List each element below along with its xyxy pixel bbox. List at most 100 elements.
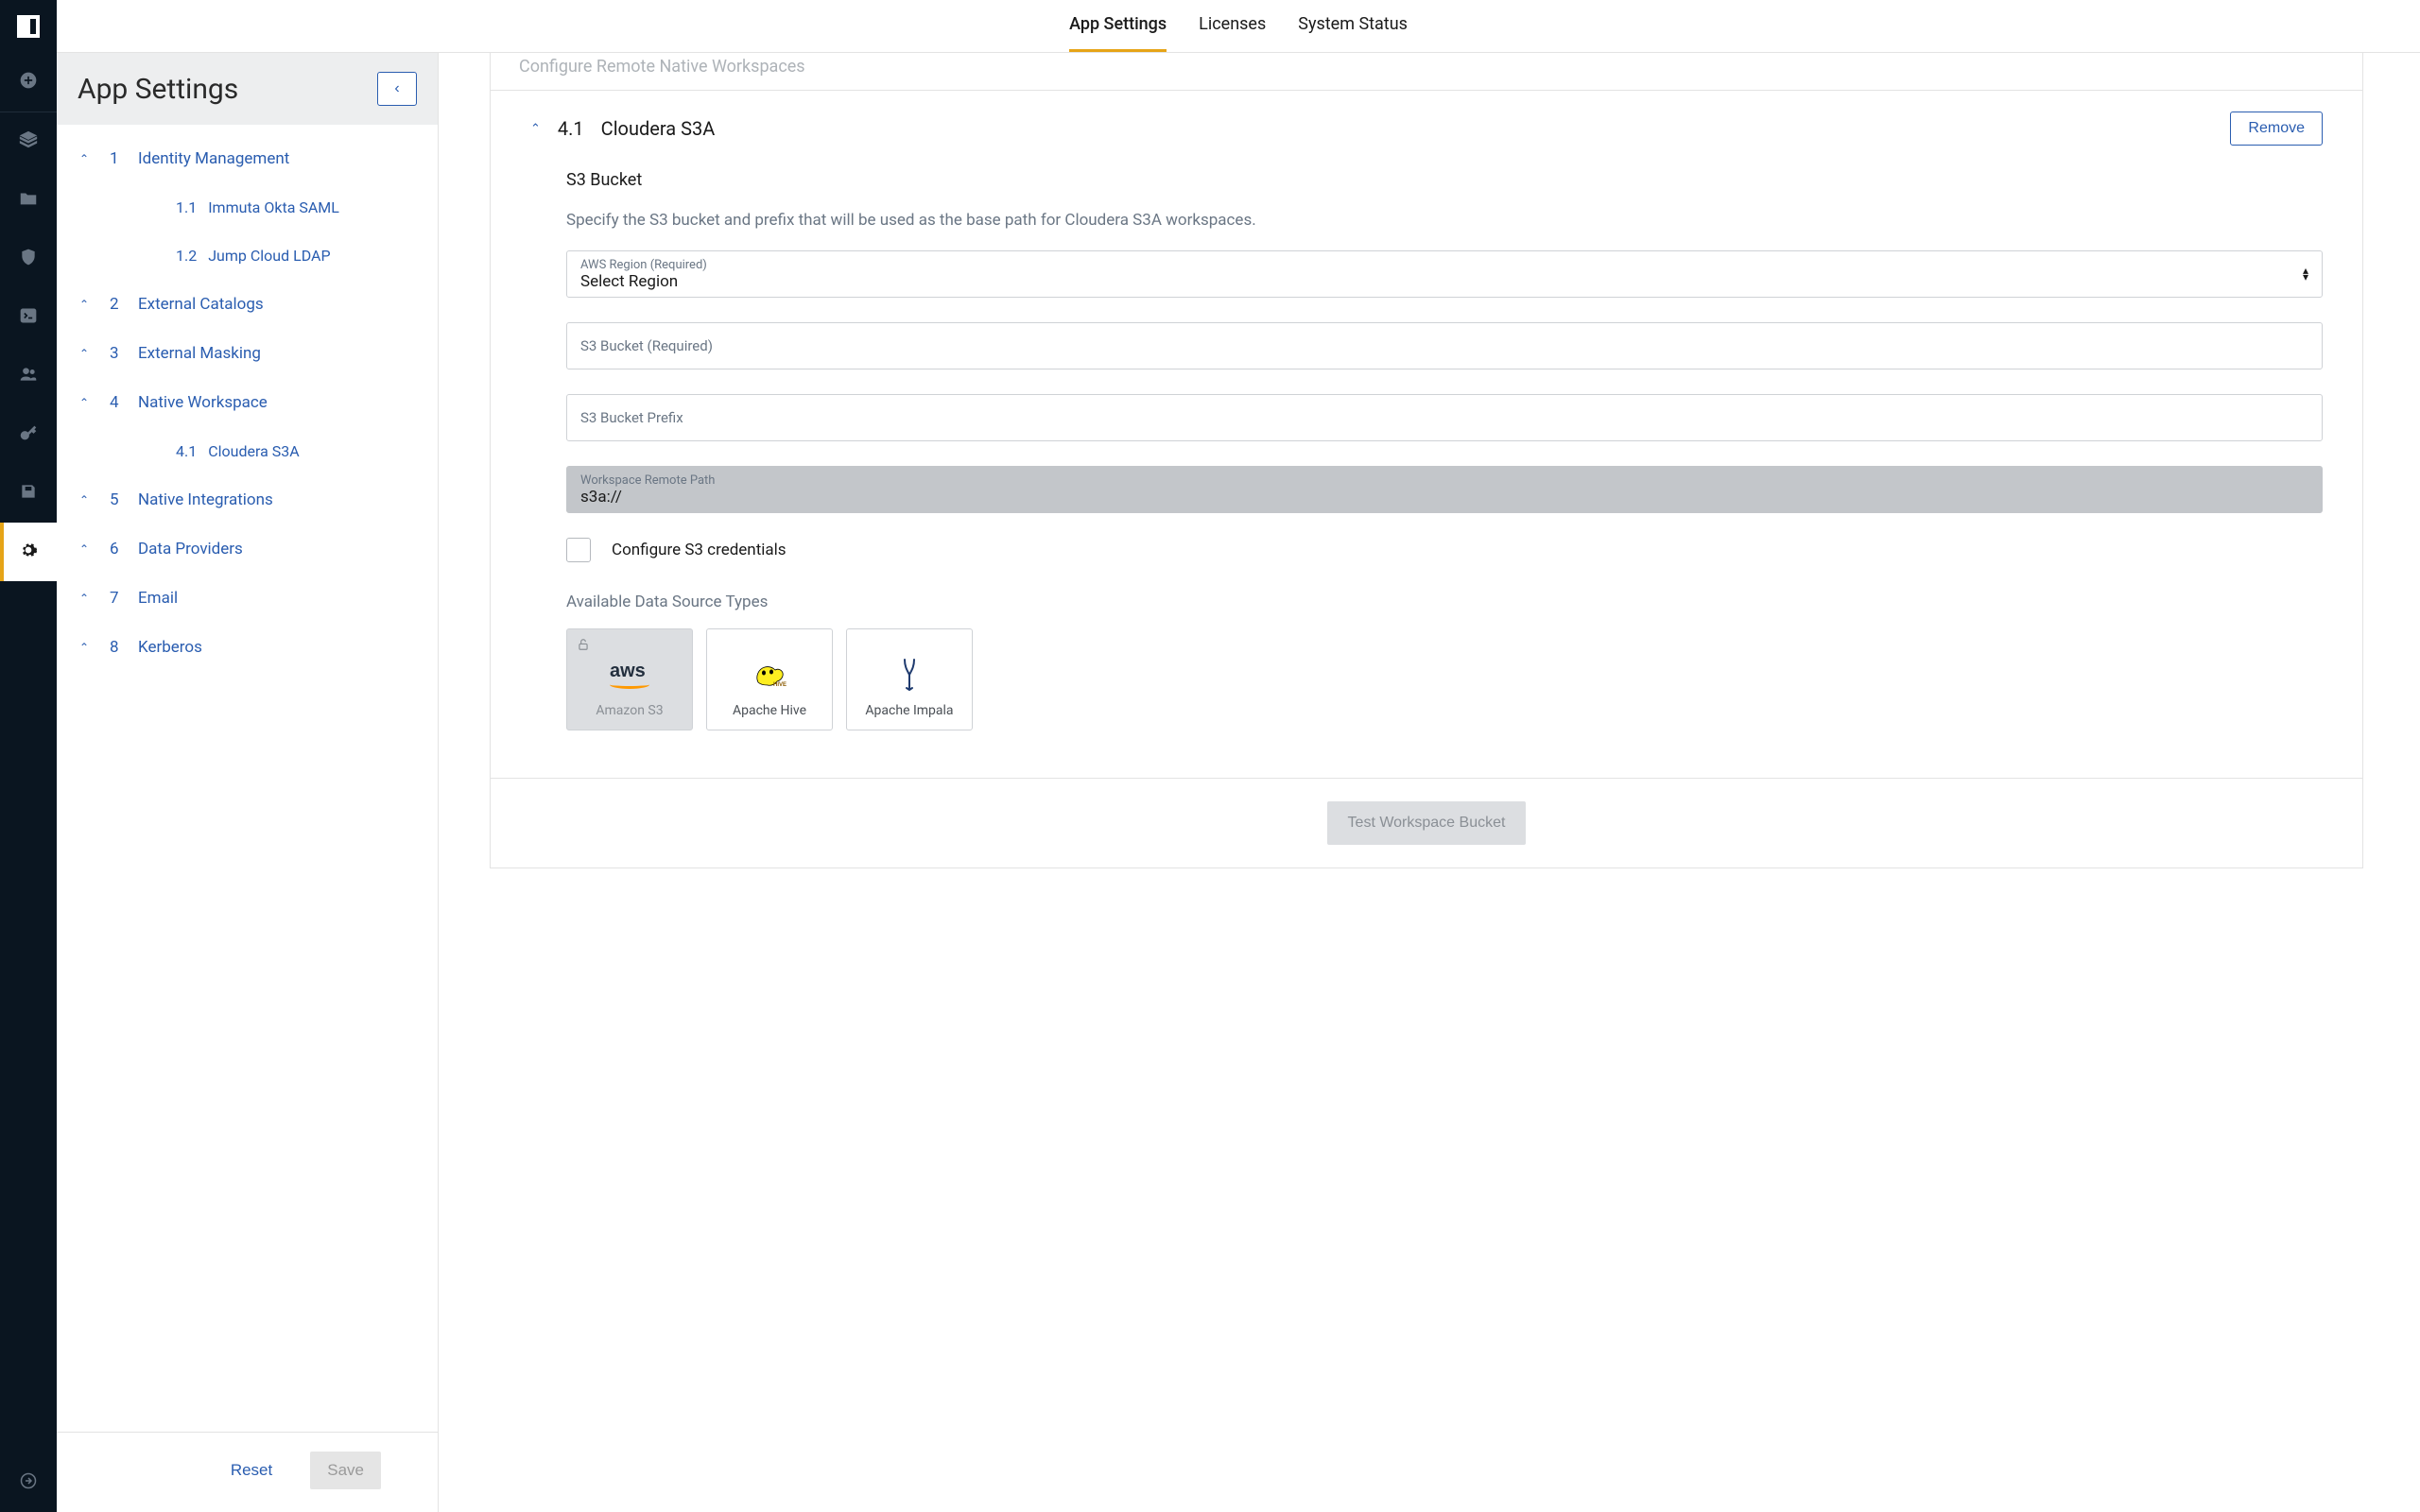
data-source-apache-impala[interactable]: Apache Impala (846, 628, 973, 730)
chevron-left-icon: ‹ (394, 80, 399, 97)
settings-sidebar: App Settings ‹ ⌃ 1 Identity Management 1… (57, 53, 439, 1512)
section-number: 4.1 (176, 442, 197, 460)
collapse-sidebar-button[interactable]: ‹ (377, 72, 417, 106)
impala-logo-icon (897, 658, 922, 692)
data-source-types-heading: Available Data Source Types (566, 593, 2323, 611)
section-number: 8 (110, 638, 123, 657)
nav-logout[interactable] (0, 1453, 57, 1512)
sidebar-item-data-providers[interactable]: ⌃ 6 Data Providers (57, 524, 438, 574)
chevron-up-icon[interactable]: ⌃ (530, 122, 541, 136)
data-source-amazon-s3: aws Amazon S3 (566, 628, 693, 730)
gear-icon (19, 541, 38, 563)
section-label: External Masking (138, 344, 261, 363)
field-label: S3 Bucket Prefix (580, 409, 2308, 426)
section-label: Email (138, 589, 178, 608)
section-label: Native Integrations (138, 490, 273, 509)
s3-bucket-prefix-input[interactable]: S3 Bucket Prefix (566, 394, 2323, 441)
save-button: Save (310, 1452, 381, 1489)
data-source-apache-hive[interactable]: HIVE Apache Hive (706, 628, 833, 730)
field-value: Select Region (580, 272, 2308, 291)
sidebar-item-jump-cloud-ldap[interactable]: 1.2 Jump Cloud LDAP (57, 232, 438, 280)
folder-icon (18, 188, 39, 213)
nav-save[interactable] (0, 464, 57, 523)
sidebar-item-immuta-okta-saml[interactable]: 1.1 Immuta Okta SAML (57, 183, 438, 232)
checkbox-label: Configure S3 credentials (612, 541, 786, 559)
section-header: ⌃ 4.1 Cloudera S3A Remove (530, 112, 2323, 146)
sidebar-item-external-catalogs[interactable]: ⌃ 2 External Catalogs (57, 280, 438, 329)
workspace-remote-path-field: Workspace Remote Path s3a:// (566, 466, 2323, 513)
users-icon (17, 365, 40, 387)
configure-s3-credentials-checkbox[interactable] (566, 538, 591, 562)
section-number: 1.2 (176, 247, 197, 265)
section-label: Immuta Okta SAML (208, 198, 339, 216)
save-icon (19, 482, 38, 505)
terminal-icon (19, 306, 38, 329)
sidebar-item-email[interactable]: ⌃ 7 Email (57, 574, 438, 623)
sidebar-item-cloudera-s3a[interactable]: 4.1 Cloudera S3A (57, 427, 438, 475)
nav-key[interactable] (0, 405, 57, 464)
chevron-up-icon: ⌃ (79, 347, 89, 360)
section-number: 1 (110, 149, 123, 168)
data-source-label: Amazon S3 (596, 703, 663, 718)
section-label: Cloudera S3A (208, 442, 299, 460)
section-label: Native Workspace (138, 393, 268, 412)
section-number: 1.1 (176, 198, 197, 216)
section-label: Data Providers (138, 540, 243, 558)
section-number: 2 (110, 295, 123, 314)
key-icon (18, 422, 39, 447)
chevron-up-icon: ⌃ (79, 592, 89, 605)
reset-button[interactable]: Reset (231, 1461, 272, 1480)
s3-bucket-heading: S3 Bucket (566, 170, 2323, 190)
aws-logo-icon: aws (610, 658, 649, 692)
nav-settings[interactable] (0, 523, 57, 581)
sidebar-title: App Settings (78, 73, 238, 106)
tab-licenses[interactable]: Licenses (1199, 0, 1266, 52)
sidebar-item-native-workspace[interactable]: ⌃ 4 Native Workspace (57, 378, 438, 427)
section-label: Identity Management (138, 149, 289, 168)
nav-layers[interactable] (0, 112, 57, 171)
nav-folder[interactable] (0, 171, 57, 230)
section-number: 3 (110, 344, 123, 363)
data-source-types-grid: aws Amazon S3 HIVE Apache Hive Apache Im… (566, 628, 2323, 730)
main-content: Configure Remote Native Workspaces ⌃ 4.1… (439, 53, 2420, 1512)
app-logo[interactable] (0, 0, 57, 53)
nav-shield[interactable] (0, 230, 57, 288)
field-label: Workspace Remote Path (580, 473, 2308, 488)
section-number: 4.1 (558, 117, 584, 140)
select-chevrons-icon: ▴▾ (2303, 267, 2308, 281)
nav-add[interactable] (0, 53, 57, 112)
section-number: 6 (110, 540, 123, 558)
section-number: 4 (110, 393, 123, 412)
tab-app-settings[interactable]: App Settings (1069, 0, 1167, 52)
arrow-right-circle-icon (20, 1472, 37, 1493)
s3-bucket-input[interactable]: S3 Bucket (Required) (566, 322, 2323, 369)
plus-circle-icon (19, 71, 38, 94)
field-label: AWS Region (Required) (580, 258, 2308, 272)
shield-icon (19, 247, 38, 271)
layers-icon (18, 129, 39, 154)
field-value: s3a:// (580, 488, 2308, 507)
section-label: Jump Cloud LDAP (208, 247, 330, 265)
aws-region-select[interactable]: AWS Region (Required) Select Region ▴▾ (566, 250, 2323, 298)
svg-text:HIVE: HIVE (773, 682, 786, 688)
section-number: 5 (110, 490, 123, 509)
sidebar-item-identity-management[interactable]: ⌃ 1 Identity Management (57, 134, 438, 183)
tab-system-status[interactable]: System Status (1298, 0, 1408, 52)
previous-section-title: Configure Remote Native Workspaces (491, 53, 2362, 91)
section-number: 7 (110, 589, 123, 608)
nav-users[interactable] (0, 347, 57, 405)
section-label: Kerberos (138, 638, 202, 657)
sidebar-item-native-integrations[interactable]: ⌃ 5 Native Integrations (57, 475, 438, 524)
sidebar-item-kerberos[interactable]: ⌃ 8 Kerberos (57, 623, 438, 672)
field-label: S3 Bucket (Required) (580, 337, 2308, 354)
section-title: Cloudera S3A (601, 117, 716, 140)
sidebar-header: App Settings ‹ (57, 53, 438, 125)
hive-logo-icon: HIVE (751, 658, 788, 692)
sidebar-item-external-masking[interactable]: ⌃ 3 External Masking (57, 329, 438, 378)
chevron-up-icon: ⌃ (79, 542, 89, 556)
remove-button[interactable]: Remove (2230, 112, 2323, 146)
nav-terminal[interactable] (0, 288, 57, 347)
sidebar-footer: Reset Save (57, 1432, 438, 1512)
section-label: External Catalogs (138, 295, 264, 314)
chevron-up-icon: ⌃ (79, 396, 89, 409)
